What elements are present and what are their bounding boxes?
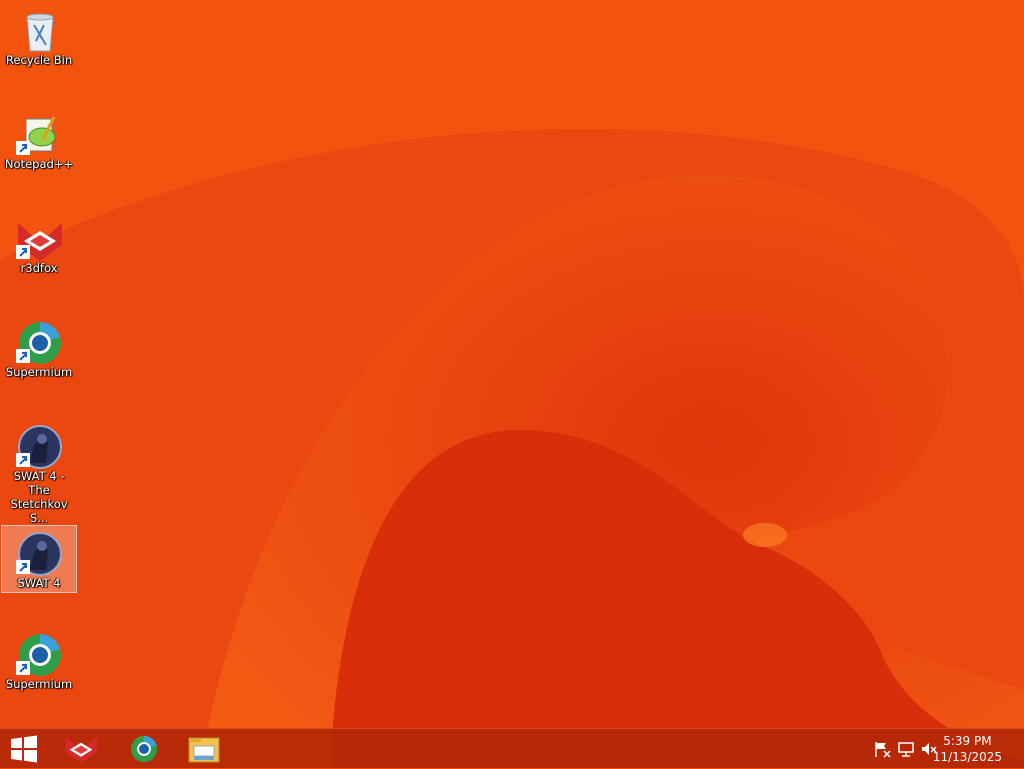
desktop-icon-swat4-stetchkov[interactable]: SWAT 4 - The Stetchkov S... — [1, 418, 77, 525]
network-icon[interactable] — [897, 740, 915, 758]
taskbar-clock[interactable]: 5:39 PM 11/13/2025 — [933, 733, 1002, 765]
r3dfox-icon — [65, 736, 97, 763]
desktop-icon-notepad-plus-plus[interactable]: Notepad++ — [1, 106, 77, 174]
desktop-icon-supermium-2[interactable]: Supermium — [1, 626, 77, 694]
desktop-icon-label: SWAT 4 - The Stetchkov S... — [10, 469, 68, 525]
desktop-wallpaper — [0, 0, 1024, 768]
taskbar-r3dfox-button[interactable] — [56, 729, 106, 769]
shortcut-arrow-icon — [16, 560, 30, 574]
desktop-icon-label: SWAT 4 — [17, 576, 61, 590]
desktop-icon-label: Recycle Bin — [5, 53, 73, 67]
desktop-icon-r3dfox[interactable]: r3dfox — [1, 210, 77, 278]
taskbar-file-explorer-button[interactable] — [180, 729, 228, 769]
shortcut-arrow-icon — [16, 661, 30, 675]
supermium-icon — [130, 735, 158, 763]
clock-time: 5:39 PM — [943, 734, 992, 748]
clock-date: 11/13/2025 — [932, 750, 1002, 764]
shortcut-arrow-icon — [16, 349, 30, 363]
recycle-bin-icon — [26, 13, 54, 52]
shortcut-arrow-icon — [16, 141, 30, 155]
shortcut-arrow-icon — [16, 245, 30, 259]
taskbar-supermium-button[interactable] — [120, 729, 168, 769]
file-explorer-icon — [188, 737, 220, 763]
desktop-icon-label: Notepad++ — [4, 157, 74, 171]
desktop-icon-recycle-bin[interactable]: Recycle Bin — [1, 2, 77, 70]
desktop-icon-supermium[interactable]: Supermium — [1, 314, 77, 382]
desktop-icon-label: Supermium — [5, 365, 73, 379]
action-center-flag-icon[interactable] — [873, 740, 891, 758]
desktop-icon-label: r3dfox — [20, 261, 58, 275]
shortcut-arrow-icon — [16, 453, 30, 467]
windows-logo-icon — [11, 735, 37, 763]
desktop-icon-label: Supermium — [5, 677, 73, 691]
start-button[interactable] — [0, 729, 48, 769]
taskbar: 5:39 PM 11/13/2025 — [0, 728, 1024, 768]
desktop-icon-swat4[interactable]: SWAT 4 — [1, 525, 77, 593]
